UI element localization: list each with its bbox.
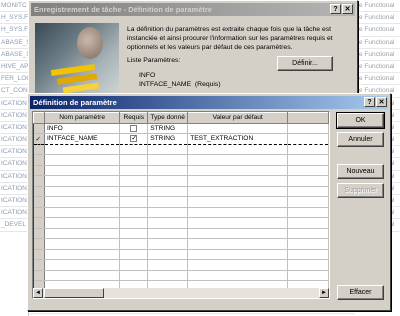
column-header-default[interactable]: Valeur par défaut xyxy=(187,112,289,124)
dialog-help-button[interactable]: ? xyxy=(364,97,375,107)
spreadsheet-cell: ICATION xyxy=(0,171,28,183)
spreadsheet-cell: e Functional xyxy=(355,49,400,61)
required-checkbox[interactable]: ✓ xyxy=(130,135,138,143)
table-row[interactable]: INFO STRING xyxy=(33,123,329,134)
grid-corner-header xyxy=(33,112,45,124)
horizontal-scrollbar[interactable]: ◄ ► xyxy=(33,288,329,298)
spreadsheet-cell: ICATION xyxy=(0,122,28,135)
task-registration-window: Enregistrement de tâche - Définition de … xyxy=(28,0,358,98)
cell-default[interactable]: TEST_EXTRACTION xyxy=(187,133,289,145)
empty-row xyxy=(33,154,329,166)
spreadsheet-cell: e Functional xyxy=(355,0,400,13)
spreadsheet-cell: ABASE_S xyxy=(0,49,28,61)
spreadsheet-cell: e Functional xyxy=(355,37,400,49)
empty-row xyxy=(33,249,329,260)
spreadsheet-cell: ABASE_S xyxy=(0,37,28,49)
spreadsheet-cell: ICATION xyxy=(0,146,28,159)
spreadsheet-cell: CT_CON xyxy=(0,85,28,98)
define-button[interactable]: Définir... xyxy=(277,56,333,71)
spreadsheet-cell: e Functional xyxy=(355,61,400,74)
spreadsheet-cell: ICATION xyxy=(0,110,28,122)
spreadsheet-cell: ICATION xyxy=(0,195,28,208)
clear-button[interactable]: Effacer xyxy=(337,285,384,300)
spreadsheet-cell: HIVE_AP xyxy=(0,61,28,74)
column-header-required[interactable]: Requis xyxy=(119,112,149,124)
spreadsheet-cell: e Functional xyxy=(355,12,400,25)
empty-row xyxy=(33,196,329,208)
parameter-definition-dialog: Définition de paramètre ? ✕ Nom paramètr… xyxy=(27,93,391,311)
spreadsheet-cell: H_SYS.F xyxy=(0,24,28,37)
empty-row xyxy=(33,175,329,187)
table-row[interactable]: ✓ INTFACE_NAME ✓ STRING TEST_EXTRACTION xyxy=(33,133,329,145)
spreadsheet-cell: FER_LOG xyxy=(0,73,28,86)
parent-title: Enregistrement de tâche - Définition de … xyxy=(31,3,355,16)
empty-row xyxy=(33,238,329,250)
parent-close-button[interactable]: ✕ xyxy=(342,4,353,14)
scroll-right-icon[interactable]: ► xyxy=(319,288,329,298)
ok-button[interactable]: OK xyxy=(336,112,385,129)
spreadsheet-cell: MONITC xyxy=(0,0,28,13)
empty-row xyxy=(33,144,329,155)
spreadsheet-cell: ICATION xyxy=(0,98,28,110)
spreadsheet-cell: ICATION xyxy=(0,207,28,220)
column-header-name[interactable]: Nom paramètre xyxy=(43,112,121,124)
empty-row xyxy=(33,259,329,271)
parent-description: La définition du paramètres est extraite… xyxy=(127,26,333,51)
cell-type[interactable]: STRING xyxy=(147,133,189,145)
empty-row xyxy=(33,270,329,281)
spreadsheet-cell: e Functional xyxy=(355,73,400,86)
row-selector-current[interactable]: ✓ xyxy=(33,133,45,145)
parameter-list: INFO INTFACE_NAME (Requis) xyxy=(139,71,221,89)
spreadsheet-left-column: MONITC H_SYS.F H_SYS.F ABASE_S ABASE_S HIVE_A… xyxy=(0,0,29,316)
empty-row xyxy=(33,186,329,197)
parameter-list-item: INFO xyxy=(139,72,156,79)
empty-row xyxy=(33,165,329,176)
empty-row xyxy=(33,217,329,229)
empty-row xyxy=(33,228,329,239)
column-header-type[interactable]: Type donné xyxy=(147,112,189,124)
column-header-empty xyxy=(287,112,329,124)
dialog-title: Définition de paramètre xyxy=(30,96,388,109)
dialog-close-button[interactable]: ✕ xyxy=(376,97,387,107)
cancel-button[interactable]: Annuler xyxy=(337,132,384,147)
parameter-grid: Nom paramètre Requis Type donné Valeur p… xyxy=(32,111,330,299)
scroll-left-icon[interactable]: ◄ xyxy=(33,288,43,298)
spreadsheet-cell: H_SYS.F xyxy=(0,12,28,25)
spreadsheet-cell: e Functional xyxy=(355,24,400,37)
required-checkbox[interactable] xyxy=(130,124,138,132)
new-button[interactable]: Nouveau xyxy=(337,164,384,179)
spreadsheet-cell: _DEVEL xyxy=(0,219,28,232)
scroll-thumb[interactable] xyxy=(44,288,104,298)
parent-help-button[interactable]: ? xyxy=(330,4,341,14)
cell-default[interactable] xyxy=(187,123,289,134)
cell-name[interactable]: INFO xyxy=(44,123,121,134)
empty-row xyxy=(33,207,329,218)
spreadsheet-cell: ICATION xyxy=(0,134,28,147)
spreadsheet-cell: ICATION xyxy=(0,158,28,171)
wizard-illustration xyxy=(35,23,119,93)
row-selector[interactable] xyxy=(33,123,45,134)
parameter-list-label: Liste Paramètres: xyxy=(127,57,181,64)
spreadsheet-cell: ICATION xyxy=(0,183,28,195)
parameter-list-item: INTFACE_NAME (Requis) xyxy=(139,81,221,88)
cell-type[interactable]: STRING xyxy=(147,123,189,134)
cell-name[interactable]: INTFACE_NAME xyxy=(44,133,121,145)
delete-button[interactable]: Supprimer xyxy=(337,183,384,198)
